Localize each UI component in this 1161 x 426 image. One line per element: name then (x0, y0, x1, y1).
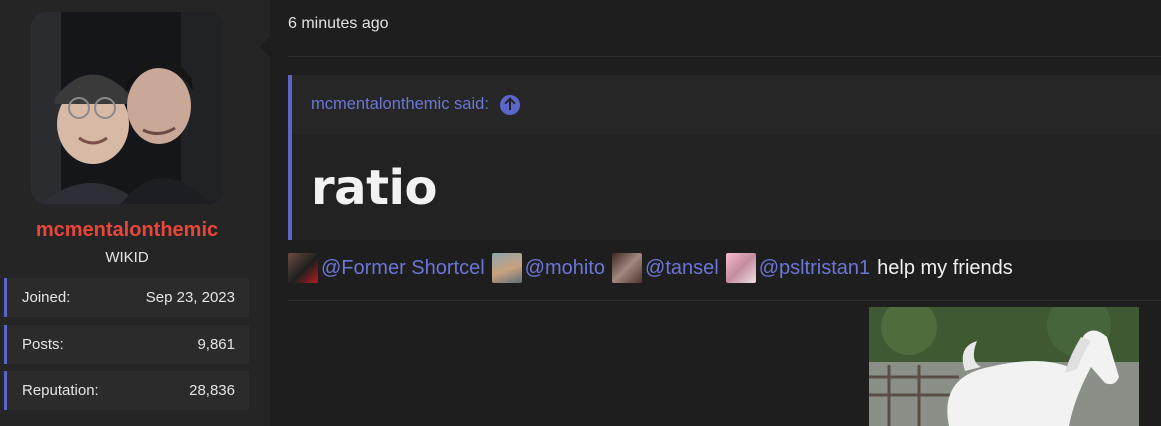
arrow-up-circle-icon[interactable] (499, 94, 520, 115)
post-message: @Former Shortcel @mohito @tansel @psltri… (288, 253, 1013, 283)
stat-label: Reputation: (22, 382, 99, 399)
mention-name[interactable]: @mohito (525, 257, 605, 280)
post-timestamp[interactable]: 6 minutes ago (288, 15, 389, 33)
stat-value: 28,836 (189, 382, 235, 399)
mention-link[interactable]: @psltristan1 (725, 253, 870, 283)
attached-image[interactable] (869, 307, 1139, 426)
mention-link[interactable]: @tansel (612, 253, 719, 283)
username[interactable]: mcmentalonthemic (0, 219, 254, 242)
mention-link[interactable]: @Former Shortcel (288, 253, 485, 283)
stat-label: Posts: (22, 336, 64, 353)
quote-header[interactable]: mcmentalonthemic said: (292, 75, 1161, 134)
mention-name[interactable]: @psltristan1 (759, 257, 870, 280)
stat-value: 9,861 (197, 336, 235, 353)
mention-link[interactable]: @mohito (491, 253, 605, 283)
quote-author[interactable]: mcmentalonthemic said: (311, 95, 489, 114)
divider (288, 300, 1161, 301)
mention-avatar (612, 253, 643, 283)
mention-avatar (725, 253, 756, 283)
stat-joined: Joined: Sep 23, 2023 (4, 278, 249, 317)
message-text: help my friends (877, 256, 1013, 279)
quote-text: ratio (311, 160, 437, 216)
mention-name[interactable]: @tansel (645, 257, 719, 280)
mention-avatar (288, 253, 318, 283)
mention-avatar (491, 253, 522, 283)
divider (288, 56, 1161, 57)
mention-name[interactable]: @Former Shortcel (321, 257, 485, 280)
stat-label: Joined: (22, 289, 71, 306)
avatar[interactable] (31, 12, 223, 204)
stat-reputation: Reputation: 28,836 (4, 371, 249, 410)
user-title: WIKID (105, 249, 149, 266)
user-panel: mcmentalonthemic WIKID Joined: Sep 23, 2… (0, 0, 271, 426)
horse-image (869, 307, 1139, 426)
quote-block: mcmentalonthemic said: ratio (288, 75, 1161, 240)
stat-value: Sep 23, 2023 (145, 289, 235, 306)
avatar-image (31, 12, 223, 204)
stat-posts: Posts: 9,861 (4, 325, 249, 364)
panel-arrow (259, 36, 271, 58)
